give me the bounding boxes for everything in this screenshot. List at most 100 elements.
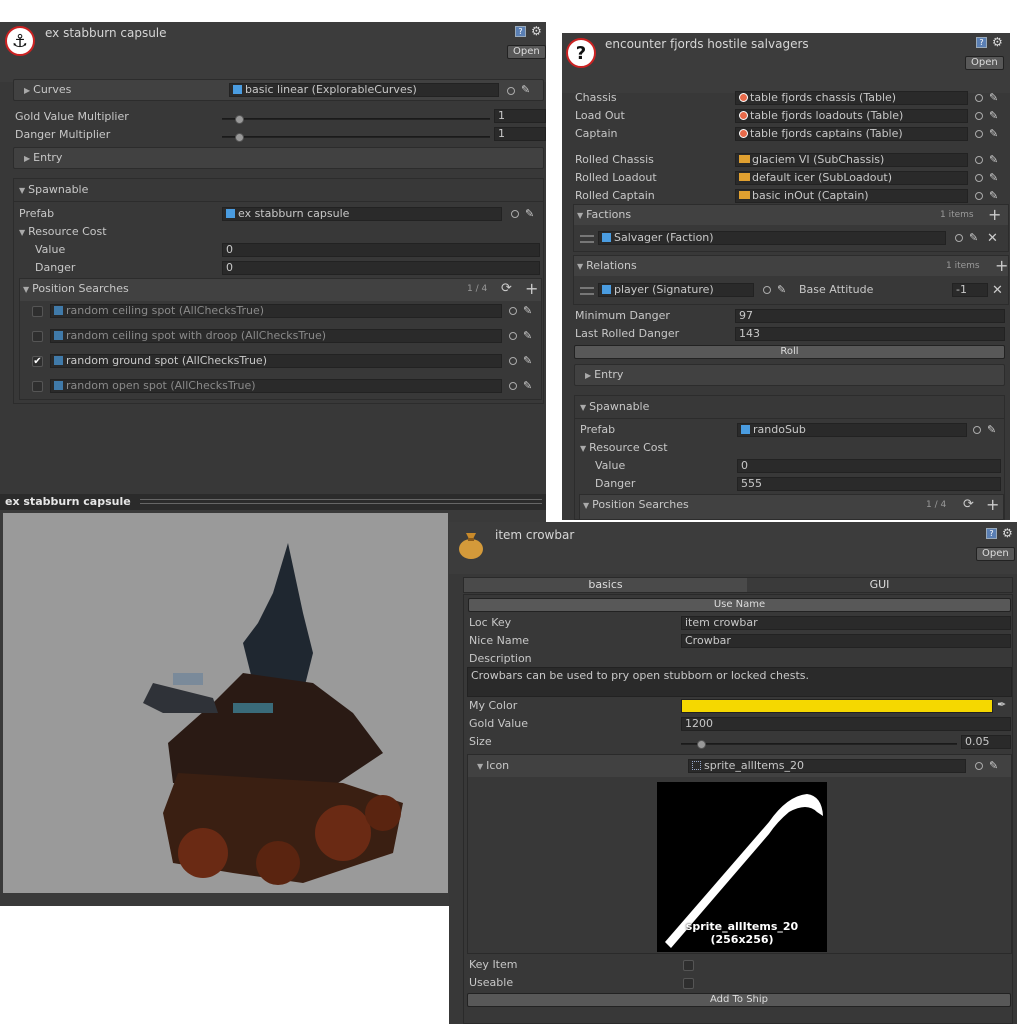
entry-foldout[interactable]: ▶ Entry bbox=[13, 147, 544, 169]
add-to-ship-button[interactable]: Add To Ship bbox=[467, 993, 1011, 1007]
edit-icon[interactable]: ✎ bbox=[525, 208, 537, 220]
gold-multiplier-field[interactable]: 1 bbox=[494, 109, 546, 123]
object-picker-icon[interactable] bbox=[763, 286, 771, 294]
position-search-field[interactable]: random ceiling spot with droop (AllCheck… bbox=[50, 329, 502, 343]
gear-icon[interactable]: ⚙ bbox=[1002, 527, 1013, 539]
object-picker-icon[interactable] bbox=[509, 382, 517, 390]
relations-foldout[interactable]: ▼ Relations bbox=[577, 258, 637, 275]
rolled-loadout-field[interactable]: default icer (SubLoadout) bbox=[735, 171, 968, 185]
curves-foldout[interactable]: ▶ Curves basic linear (ExplorableCurves) … bbox=[13, 79, 544, 101]
add-icon[interactable]: + bbox=[986, 497, 999, 513]
edit-icon[interactable]: ✎ bbox=[989, 154, 1001, 166]
value-field[interactable]: 0 bbox=[737, 459, 1001, 473]
factions-foldout[interactable]: ▼ Factions bbox=[577, 207, 631, 224]
preview-viewport[interactable] bbox=[3, 513, 448, 893]
add-icon[interactable]: + bbox=[995, 258, 1008, 274]
position-search-checkbox[interactable] bbox=[32, 306, 43, 317]
chassis-field[interactable]: table fjords chassis (Table) bbox=[735, 91, 968, 105]
object-picker-icon[interactable] bbox=[509, 357, 517, 365]
spawnable-foldout[interactable]: ▼ Spawnable bbox=[580, 399, 649, 416]
edit-icon[interactable]: ✎ bbox=[969, 232, 981, 244]
edit-icon[interactable]: ✎ bbox=[523, 330, 535, 342]
object-picker-icon[interactable] bbox=[955, 234, 963, 242]
description-field[interactable]: Crowbars can be used to pry open stubbor… bbox=[467, 667, 1012, 697]
roll-button[interactable]: Roll bbox=[574, 345, 1005, 359]
faction-field[interactable]: Salvager (Faction) bbox=[598, 231, 946, 245]
spawnable-foldout[interactable]: ▼ Spawnable bbox=[19, 182, 88, 199]
captain-field[interactable]: table fjords captains (Table) bbox=[735, 127, 968, 141]
object-picker-icon[interactable] bbox=[511, 210, 519, 218]
edit-icon[interactable]: ✎ bbox=[989, 760, 1001, 772]
slider-knob[interactable] bbox=[234, 133, 244, 142]
danger-multiplier-slider[interactable] bbox=[222, 133, 490, 142]
drag-handle-icon[interactable] bbox=[580, 235, 594, 243]
remove-icon[interactable]: ✕ bbox=[992, 284, 1003, 298]
rolled-chassis-field[interactable]: glaciem VI (SubChassis) bbox=[735, 153, 968, 167]
edit-icon[interactable]: ✎ bbox=[989, 92, 1001, 104]
edit-icon[interactable]: ✎ bbox=[777, 284, 789, 296]
useable-checkbox[interactable] bbox=[683, 978, 694, 989]
open-button[interactable]: Open bbox=[965, 56, 1004, 70]
edit-icon[interactable]: ✎ bbox=[523, 355, 535, 367]
slider-knob[interactable] bbox=[697, 740, 707, 749]
gear-icon[interactable]: ⚙ bbox=[992, 36, 1003, 48]
eyedropper-icon[interactable]: ✒ bbox=[997, 699, 1009, 711]
resource-cost-foldout[interactable]: ▼ Resource Cost bbox=[580, 440, 668, 457]
refresh-icon[interactable]: ⟳ bbox=[963, 498, 975, 511]
use-name-button[interactable]: Use Name bbox=[468, 598, 1011, 612]
base-attitude-field[interactable]: -1 bbox=[952, 283, 988, 297]
add-icon[interactable]: + bbox=[988, 207, 1001, 223]
prefab-field[interactable]: ex stabburn capsule bbox=[222, 207, 502, 221]
edit-icon[interactable]: ✎ bbox=[989, 172, 1001, 184]
object-picker-icon[interactable] bbox=[975, 174, 983, 182]
edit-icon[interactable]: ✎ bbox=[987, 424, 999, 436]
drag-handle-icon[interactable] bbox=[580, 287, 594, 295]
entry-foldout[interactable]: ▶ Entry bbox=[574, 364, 1005, 386]
icon-field[interactable]: sprite_allItems_20 bbox=[688, 759, 966, 773]
color-swatch[interactable] bbox=[681, 699, 993, 713]
rolled-captain-field[interactable]: basic inOut (Captain) bbox=[735, 189, 968, 203]
slider-knob[interactable] bbox=[234, 115, 244, 124]
key-item-checkbox[interactable] bbox=[683, 960, 694, 971]
nice-name-field[interactable]: Crowbar bbox=[681, 634, 1011, 648]
help-icon[interactable]: ? bbox=[986, 528, 997, 539]
open-button[interactable]: Open bbox=[507, 45, 546, 59]
object-picker-icon[interactable] bbox=[975, 156, 983, 164]
prefab-field[interactable]: randoSub bbox=[737, 423, 967, 437]
gold-value-field[interactable]: 1200 bbox=[681, 717, 1011, 731]
position-search-checkbox[interactable] bbox=[32, 381, 43, 392]
curves-field[interactable]: basic linear (ExplorableCurves) bbox=[229, 83, 499, 97]
position-search-field[interactable]: random ceiling spot (AllChecksTrue) bbox=[50, 304, 502, 318]
relation-field[interactable]: player (Signature) bbox=[598, 283, 754, 297]
object-picker-icon[interactable] bbox=[975, 762, 983, 770]
load-out-field[interactable]: table fjords loadouts (Table) bbox=[735, 109, 968, 123]
object-picker-icon[interactable] bbox=[507, 87, 515, 95]
tab-basics[interactable]: basics bbox=[464, 578, 747, 592]
object-picker-icon[interactable] bbox=[509, 332, 517, 340]
refresh-icon[interactable]: ⟳ bbox=[501, 282, 513, 295]
gold-multiplier-slider[interactable] bbox=[222, 115, 490, 124]
edit-icon[interactable]: ✎ bbox=[989, 128, 1001, 140]
gear-icon[interactable]: ⚙ bbox=[531, 25, 542, 37]
remove-icon[interactable]: ✕ bbox=[987, 232, 998, 246]
danger-field[interactable]: 555 bbox=[737, 477, 1001, 491]
position-searches-foldout[interactable]: ▼ Position Searches bbox=[23, 281, 129, 298]
help-icon[interactable]: ? bbox=[976, 37, 987, 48]
add-icon[interactable]: + bbox=[525, 281, 538, 297]
edit-icon[interactable]: ✎ bbox=[989, 190, 1001, 202]
danger-multiplier-field[interactable]: 1 bbox=[494, 127, 546, 141]
value-field[interactable]: 0 bbox=[222, 243, 540, 257]
min-danger-field[interactable]: 97 bbox=[735, 309, 1005, 323]
resource-cost-foldout[interactable]: ▼ Resource Cost bbox=[19, 224, 107, 241]
last-danger-field[interactable]: 143 bbox=[735, 327, 1005, 341]
object-picker-icon[interactable] bbox=[975, 192, 983, 200]
position-searches-foldout[interactable]: ▼ Position Searches bbox=[583, 497, 689, 514]
position-search-field[interactable]: random ground spot (AllChecksTrue) bbox=[50, 354, 502, 368]
edit-icon[interactable]: ✎ bbox=[989, 110, 1001, 122]
object-picker-icon[interactable] bbox=[975, 130, 983, 138]
size-slider[interactable] bbox=[681, 740, 957, 749]
open-button[interactable]: Open bbox=[976, 547, 1015, 561]
loc-key-field[interactable]: item crowbar bbox=[681, 616, 1011, 630]
position-search-checkbox[interactable]: ✔ bbox=[32, 356, 43, 367]
edit-icon[interactable]: ✎ bbox=[521, 84, 533, 96]
